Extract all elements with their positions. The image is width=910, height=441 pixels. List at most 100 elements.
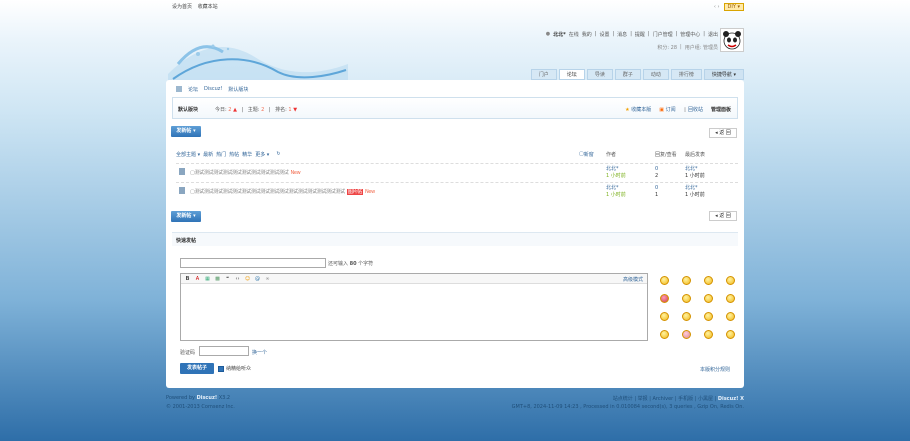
breadcrumb-discuz[interactable]: Discuz! — [204, 86, 222, 93]
filter-all[interactable]: 全部主题 ▾ — [176, 151, 200, 158]
submit-post-button[interactable]: 发表帖子 — [180, 363, 214, 374]
recycle-link[interactable]: ▯ 回收站 — [684, 106, 703, 113]
font-color-icon[interactable]: A — [194, 276, 201, 282]
forum-actions: ★ 收藏本版 ▣ 订阅 ▯ 回收站 管理面板 — [625, 106, 731, 113]
diy-button[interactable]: DIY ▾ — [723, 3, 744, 11]
filter-more[interactable]: 更多 ▾ — [255, 151, 269, 158]
footer-right-brand[interactable]: Discuz! X — [718, 396, 744, 402]
user-link-2[interactable]: 消息 — [617, 31, 627, 38]
smiley-icon[interactable] — [726, 276, 735, 285]
captcha-refresh-link[interactable]: 换一个 — [252, 349, 267, 356]
smiley-icon[interactable] — [704, 294, 713, 303]
code-icon[interactable]: ‹› — [234, 276, 241, 282]
breadcrumb-default[interactable]: 默认版块 — [228, 86, 248, 93]
nav-tab-guide[interactable]: 导读 — [586, 69, 613, 80]
reply-count: 0 — [655, 185, 659, 191]
thread-filters: 全部主题 ▾ 最新 热门 热帖 精华 更多 ▾ ↻ — [176, 151, 281, 158]
smiley-icon[interactable] — [660, 294, 669, 303]
topics-label: 主题: — [247, 107, 260, 113]
thread-title[interactable]: ▢测试测试测试测试测试测试测试测试测试测试测试测试测试测试测试测试 图片帖 New — [190, 188, 375, 195]
favorite-site-link[interactable]: 收藏本站 — [198, 4, 218, 10]
user-link-5[interactable]: 管理中心 — [680, 31, 700, 38]
quote-icon[interactable]: ❝ — [224, 276, 231, 282]
smiley-icon[interactable] — [726, 330, 735, 339]
nav-tab-group[interactable]: 群子 — [614, 69, 641, 80]
footer-links-text[interactable]: 站点统计 | 举报 | Archiver | 手机版 | 小黑屋 | — [613, 396, 717, 402]
smiley-icon[interactable] — [704, 276, 713, 285]
new-thread-button[interactable]: 发新帖 ▾ — [171, 126, 201, 137]
breadcrumb-forum[interactable]: 论坛 — [188, 86, 198, 93]
forum-header: 默认版块 今日: 2 ▲ | 主题: 2 | 排名: 1 ▼ ★ 收藏本版 ▣ … — [172, 97, 738, 119]
filter-hot[interactable]: 热门 — [216, 151, 226, 158]
set-home-link[interactable]: 设为首页 — [172, 4, 192, 10]
new-thread-button-bottom[interactable]: 发新帖 ▾ — [171, 211, 201, 222]
thread-title[interactable]: ▢测试测试测试测试测试测试测试测试测试测试 New — [190, 169, 301, 176]
footer-brand[interactable]: Discuz! — [197, 395, 218, 401]
thread-last-post[interactable]: 北北* 1 小时前 — [685, 166, 705, 180]
user-link-6[interactable]: 退出 — [708, 31, 718, 38]
last-time: 1 小时前 — [685, 192, 705, 198]
subject-tip: 还可输入 80 个字符 — [328, 260, 373, 267]
main-panel: 论坛 Discuz! 默认版块 默认版块 今日: 2 ▲ | 主题: 2 | 排… — [166, 80, 744, 388]
thread-last-post[interactable]: 北北* 1 小时前 — [685, 185, 705, 199]
thread-author[interactable]: 北北* 1 小时前 — [606, 166, 626, 180]
thread-counts: 02 — [655, 166, 658, 180]
manage-panel-link[interactable]: 管理面板 — [711, 106, 731, 113]
smiley-icon[interactable] — [682, 294, 691, 303]
advanced-mode-link[interactable]: 高级模式 — [623, 276, 643, 283]
switch-arrows-icon[interactable]: ‹ › — [714, 4, 720, 10]
user-link-0[interactable]: 我的 — [582, 31, 592, 38]
table-row[interactable]: ▢测试测试测试测试测试测试测试测试测试测试测试测试测试测试测试测试 图片帖 New … — [176, 182, 738, 200]
smiley-icon[interactable] — [704, 330, 713, 339]
user-link-1[interactable]: 设置 — [599, 31, 609, 38]
credit-rules-link[interactable]: 本版积分规则 — [700, 366, 730, 373]
smiley-icon[interactable] — [682, 330, 691, 339]
subscribe-link[interactable]: ▣ 订阅 — [659, 106, 675, 113]
filter-more-label: 更多 — [255, 152, 266, 158]
main-nav: 门户 论坛 导读 群子 动动 排行榜 快捷导航 ▾ — [530, 69, 744, 80]
user-link-4[interactable]: 门户管理 — [653, 31, 673, 38]
nav-tab-forum[interactable]: 论坛 — [558, 69, 585, 80]
thread-author[interactable]: 北北* 1 小时前 — [606, 185, 626, 199]
refresh-icon[interactable]: ↻ — [276, 151, 280, 158]
subject-input[interactable] — [180, 258, 326, 268]
back-button-top[interactable]: ◂ 返 回 — [709, 128, 737, 138]
new-window-toggle[interactable]: ▢ 新窗 — [579, 151, 594, 158]
favorite-forum-link[interactable]: ★ 收藏本版 — [625, 106, 651, 113]
nav-tab-feed[interactable]: 动动 — [642, 69, 669, 80]
table-row[interactable]: ▢测试测试测试测试测试测试测试测试测试测试 New 北北* 1 小时前 02 北北*… — [176, 163, 738, 181]
credits-text[interactable]: 积分: 28 — [657, 44, 677, 51]
smiley-icon[interactable] — [704, 312, 713, 321]
user-link-3[interactable]: 提醒 — [635, 31, 645, 38]
back-button-bottom[interactable]: ◂ 返 回 — [709, 211, 737, 221]
avatar[interactable] — [720, 28, 744, 52]
nav-tab-quick[interactable]: 快捷导航 ▾ — [703, 69, 744, 80]
filter-hot-posts[interactable]: 热帖 — [229, 151, 239, 158]
nav-tab-quick-label: 快捷导航 — [711, 72, 732, 78]
attachment-image-icon[interactable]: ▩ — [214, 276, 221, 282]
smiley-icon[interactable] — [660, 330, 669, 339]
user-group-text[interactable]: 用户组: 管理员 — [685, 44, 718, 51]
smiley-icon[interactable]: ☺ — [244, 276, 251, 282]
smiley-icon[interactable] — [726, 294, 735, 303]
bold-icon[interactable]: B — [184, 276, 191, 282]
smiley-icon[interactable] — [682, 276, 691, 285]
back-label-top: 返 回 — [719, 130, 731, 136]
username-link[interactable]: 北北* — [553, 31, 566, 38]
nav-tab-portal[interactable]: 门户 — [530, 69, 557, 80]
image-icon[interactable]: ▦ — [204, 276, 211, 282]
smiley-icon[interactable] — [660, 312, 669, 321]
post-editor[interactable]: B A ▦ ▩ ❝ ‹› ☺ @ ∞ 高级模式 — [180, 273, 648, 341]
filter-latest[interactable]: 最新 — [203, 151, 213, 158]
new-window-label: 新窗 — [583, 152, 594, 158]
smiley-icon[interactable] — [726, 312, 735, 321]
captcha-input[interactable] — [199, 346, 249, 356]
home-icon[interactable] — [176, 86, 182, 92]
nav-tab-ranking[interactable]: 排行榜 — [670, 69, 702, 80]
link-icon[interactable]: ∞ — [264, 276, 271, 282]
at-icon[interactable]: @ — [254, 276, 261, 282]
filter-digest[interactable]: 精华 — [242, 151, 252, 158]
notify-checkbox[interactable]: 纳精给听众 — [218, 365, 251, 372]
smiley-icon[interactable] — [660, 276, 669, 285]
smiley-icon[interactable] — [682, 312, 691, 321]
